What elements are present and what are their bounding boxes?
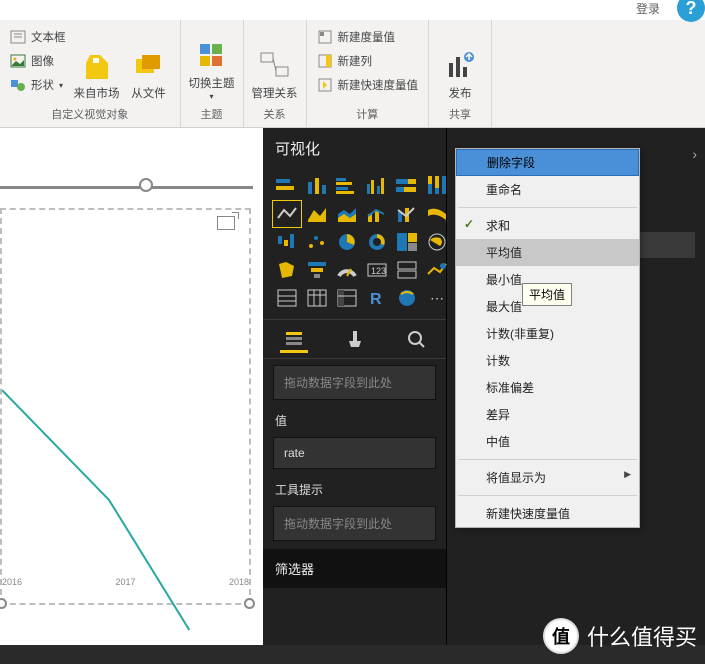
focus-mode-icon[interactable] (217, 216, 235, 230)
textbox-icon (10, 29, 26, 45)
from-market-button[interactable]: 来自市场 (72, 22, 122, 102)
filled-map-icon[interactable] (273, 257, 301, 283)
group-share-label: 共享 (435, 103, 485, 125)
ctx-average[interactable]: 平均值 (456, 239, 639, 266)
image-icon (10, 53, 26, 69)
measure-icon (317, 29, 333, 45)
slicer-icon[interactable] (273, 285, 301, 311)
r-visual-icon[interactable]: R (363, 285, 391, 311)
field-context-menu: 删除字段 重命名 求和 平均值 最小值 最大值 计数(非重复) 计数 标准偏差 … (455, 148, 640, 528)
format-tab-icon[interactable] (341, 325, 369, 353)
ctx-count-distinct[interactable]: 计数(非重复) (456, 320, 639, 347)
analytics-tab-icon[interactable] (402, 325, 430, 353)
line-chart-plot (2, 320, 249, 645)
group-customvisuals-label: 自定义视觉对象 (6, 103, 174, 125)
waterfall-icon[interactable] (273, 229, 301, 255)
pie-icon[interactable] (333, 229, 361, 255)
quickmeasure-icon (317, 77, 333, 93)
marketplace-icon (80, 49, 114, 83)
stacked-bar-icon[interactable] (273, 173, 301, 199)
donut-icon[interactable] (363, 229, 391, 255)
new-quickmeasure-button[interactable]: 新建快速度量值 (313, 74, 423, 96)
textbox-button[interactable]: 文本框 (6, 26, 70, 48)
slicer-visual[interactable] (0, 172, 253, 196)
card-icon[interactable]: 123 (363, 257, 391, 283)
title-bar: 登录 ? (0, 0, 705, 20)
table-icon[interactable] (303, 285, 331, 311)
ctx-new-quick-measure[interactable]: 新建快速度量值 (456, 500, 639, 527)
multirow-card-icon[interactable] (393, 257, 421, 283)
funnel-icon[interactable] (303, 257, 331, 283)
ctx-remove-field[interactable]: 删除字段 (456, 149, 639, 176)
combo-chart-icon[interactable] (363, 201, 391, 227)
svg-text:⋯: ⋯ (430, 290, 444, 306)
ctx-rename[interactable]: 重命名 (456, 176, 639, 203)
treemap-icon[interactable] (393, 229, 421, 255)
column-icon (317, 53, 333, 69)
theme-icon (195, 39, 229, 73)
resize-handle[interactable] (244, 598, 255, 609)
svg-text:R: R (370, 291, 382, 308)
clustered-column-icon[interactable] (363, 173, 391, 199)
from-file-button[interactable]: 从文件 (124, 22, 174, 102)
switch-theme-button[interactable]: 切换主题▾ (187, 22, 237, 102)
ctx-count[interactable]: 计数 (456, 347, 639, 374)
x-axis: 2016 2017 2018 (2, 577, 249, 587)
combo-chart2-icon[interactable] (393, 201, 421, 227)
help-icon[interactable]: ? (677, 0, 705, 22)
shapes-button[interactable]: 形状▾ (6, 74, 70, 96)
report-canvas[interactable]: 2016 2017 2018 (0, 128, 263, 645)
file-icon (132, 49, 166, 83)
hover-tooltip: 平均值 (522, 283, 572, 306)
ctx-variance[interactable]: 差异 (456, 401, 639, 428)
ctx-show-value-as[interactable]: 将值显示为 (456, 464, 639, 491)
relationships-icon (258, 49, 292, 83)
watermark-icon: 值 (543, 618, 579, 654)
viz-property-tabs (263, 319, 446, 359)
filters-header[interactable]: 筛选器 (263, 549, 446, 588)
matrix-icon[interactable] (333, 285, 361, 311)
shapes-icon (10, 77, 26, 93)
hundred-bar-icon[interactable] (393, 173, 421, 199)
area-chart-icon[interactable] (303, 201, 331, 227)
scatter-icon[interactable] (303, 229, 331, 255)
group-theme-label: 主题 (187, 103, 237, 125)
tooltip-well[interactable]: 拖动数据字段到此处 (273, 506, 436, 541)
svg-text:123: 123 (371, 266, 386, 276)
viz-pane-title: 可视化 (263, 128, 446, 173)
publish-button[interactable]: 发布 (435, 22, 485, 102)
ctx-sum[interactable]: 求和 (456, 212, 639, 239)
image-button[interactable]: 图像 (6, 50, 70, 72)
py-visual-icon[interactable] (393, 285, 421, 311)
gauge-icon[interactable] (333, 257, 361, 283)
clustered-bar-icon[interactable] (333, 173, 361, 199)
ctx-median[interactable]: 中值 (456, 428, 639, 455)
fields-tab-icon[interactable] (280, 325, 308, 353)
stacked-area-icon[interactable] (333, 201, 361, 227)
group-calc-label: 计算 (313, 103, 423, 125)
value-well[interactable]: rate (273, 437, 436, 469)
publish-icon (443, 49, 477, 83)
viz-gallery: 123 R ⋯ (263, 173, 446, 311)
chevron-right-icon[interactable]: › (692, 146, 697, 162)
tooltip-section-label: 工具提示 (263, 475, 446, 500)
watermark: 值 什么值得买 (543, 618, 697, 654)
value-section-label: 值 (263, 406, 446, 431)
ctx-stddev[interactable]: 标准偏差 (456, 374, 639, 401)
new-measure-button[interactable]: 新建度量值 (313, 26, 423, 48)
line-chart-icon[interactable] (273, 201, 301, 227)
manage-relationships-button[interactable]: 管理关系 (250, 22, 300, 102)
line-chart-visual[interactable]: 2016 2017 2018 (0, 208, 251, 605)
login-link[interactable]: 登录 (636, 2, 660, 16)
ribbon: 文本框 图像 形状▾ 来自市场 从文件 自定义视觉对象 切换主题▾ 主题 管理关… (0, 20, 705, 128)
new-column-button[interactable]: 新建列 (313, 50, 423, 72)
stacked-column-icon[interactable] (303, 173, 331, 199)
group-relationships-label: 关系 (250, 103, 300, 125)
axis-well[interactable]: 拖动数据字段到此处 (273, 365, 436, 400)
visualizations-pane: 可视化 (263, 128, 447, 645)
